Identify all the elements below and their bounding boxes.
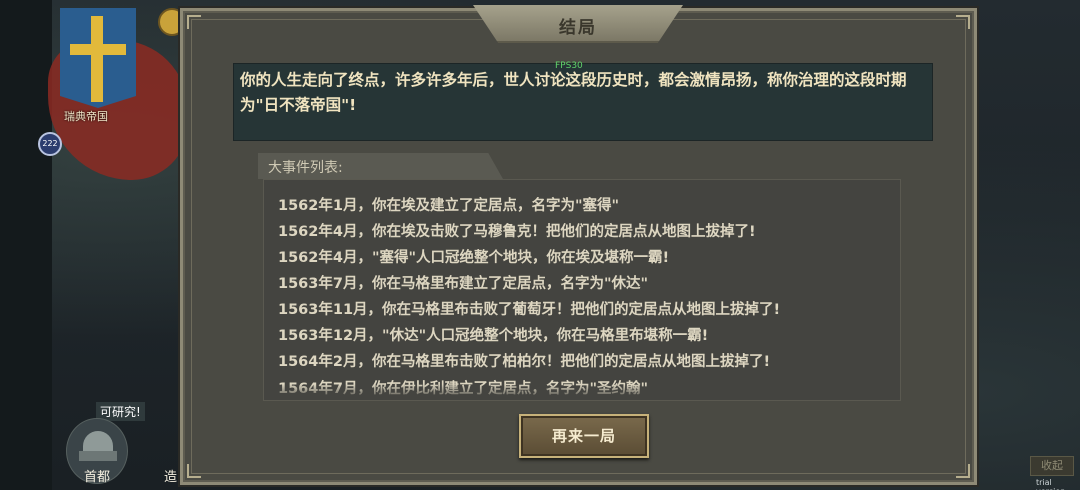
ending-summary-text: 你的人生走向了终点，许多许多年后，世人讨论这段历史时，都会激情昂扬，称你治理的这… — [240, 71, 907, 114]
event-item: 1562年4月，你在埃及击败了马穆鲁克！把他们的定居点从地图上拔掉了! — [278, 224, 756, 240]
event-item: 1563年11月，你在马格里布击败了葡萄牙！把他们的定居点从地图上拔掉了! — [278, 302, 781, 318]
build-label: 造 — [164, 470, 178, 485]
capital-dome-icon — [83, 431, 113, 453]
replay-button[interactable]: 再来一局 — [519, 414, 649, 458]
events-header-tab: 大事件列表: — [258, 153, 503, 179]
event-item: 1563年12月，"休达"人口冠绝整个地块，你在马格里布堪称一霸! — [278, 328, 709, 344]
event-item: 1564年2月，你在马格里布击败了柏柏尔！把他们的定居点从地图上拔掉了! — [278, 354, 771, 370]
events-header-label: 大事件列表: — [268, 160, 343, 176]
army-token-icon[interactable]: 222 — [38, 132, 62, 156]
dialog-title-plate: 结局 — [473, 5, 683, 43]
map-nation-label: 瑞典帝国 — [64, 110, 108, 123]
trial-version-text: trial version — [1036, 478, 1065, 490]
capital-base-icon — [79, 451, 117, 461]
flag-cross-horizontal — [70, 44, 126, 55]
events-list[interactable]: 1562年1月，你在埃及建立了定居点，名字为"塞得" 1562年4月，你在埃及击… — [263, 179, 901, 401]
event-item: 1562年1月，你在埃及建立了定居点，名字为"塞得" — [278, 198, 620, 214]
corner-ornament — [187, 464, 201, 478]
event-item: 1562年4月，"塞得"人口冠绝整个地块，你在埃及堪称一霸! — [278, 250, 670, 266]
corner-ornament — [187, 15, 201, 29]
collapse-button[interactable]: 收起 — [1030, 456, 1074, 476]
flag-cross-vertical — [91, 16, 103, 102]
left-sidebar-strip — [0, 0, 52, 490]
corner-ornament — [956, 464, 970, 478]
nation-flag-icon[interactable] — [60, 8, 136, 108]
event-item: 1563年7月，你在马格里布建立了定居点，名字为"休达" — [278, 276, 649, 292]
fps-counter: FPS30 — [555, 61, 583, 71]
events-scroll-fade — [264, 384, 900, 400]
dialog-title: 结局 — [559, 18, 597, 38]
ending-dialog: 结局 你的人生走向了终点，许多许多年后，世人讨论这段历史时，都会激情昂扬，称你治… — [180, 5, 977, 485]
corner-ornament — [956, 15, 970, 29]
capital-label: 首都 — [84, 470, 111, 485]
ending-summary-box: 你的人生走向了终点，许多许多年后，世人讨论这段历史时，都会激情昂扬，称你治理的这… — [233, 63, 933, 141]
